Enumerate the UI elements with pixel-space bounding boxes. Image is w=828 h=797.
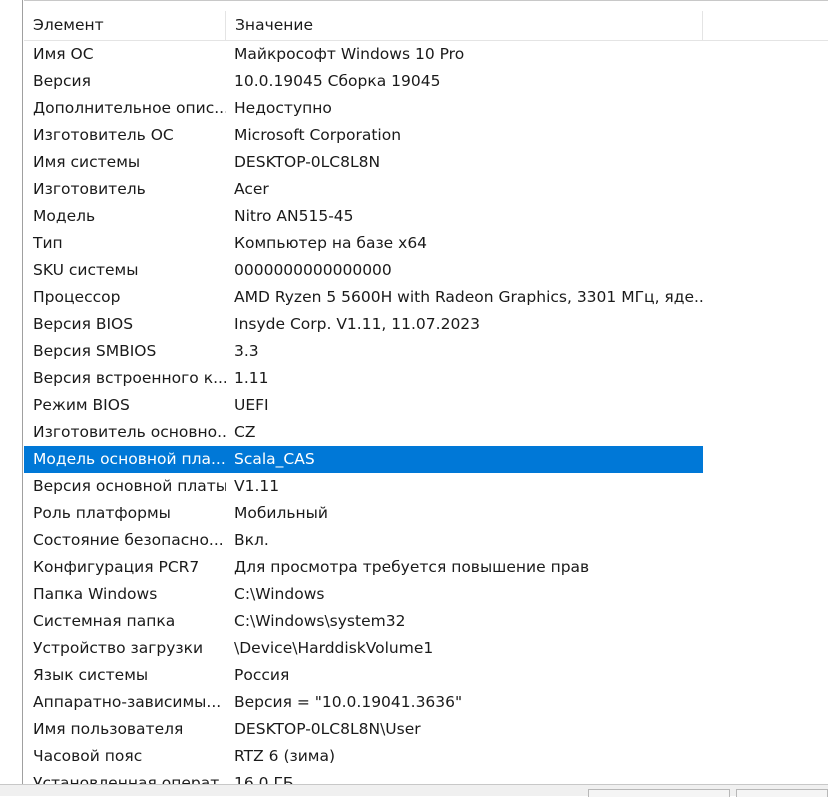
row-item-value: Россия bbox=[234, 666, 290, 684]
list-rows: Имя ОС Майкрософт Windows 10 Pro Версия 10.… bbox=[24, 41, 828, 784]
row-item-value: Для просмотра требуется повышение прав bbox=[234, 558, 590, 576]
list-row[interactable]: Устройство загрузки \Device\HarddiskVolum… bbox=[24, 635, 703, 662]
row-item-value: C:\Windows bbox=[234, 585, 325, 603]
row-item-name: Роль платформы bbox=[33, 504, 171, 522]
row-item-value: Мобильный bbox=[234, 504, 328, 522]
system-info-list[interactable]: Элемент Значение Имя ОС Майкрософт Window… bbox=[24, 11, 828, 784]
list-row[interactable]: Дополнительное опис... Недоступно bbox=[24, 95, 703, 122]
row-item-name: Версия встроенного к... bbox=[33, 369, 226, 387]
list-row[interactable]: Модель Nitro AN515-45 bbox=[24, 203, 703, 230]
list-row[interactable]: Аппаратно-зависимы... Версия = "10.0.1904… bbox=[24, 689, 703, 716]
row-item-name: Тип bbox=[33, 234, 63, 252]
row-item-name: Язык системы bbox=[33, 666, 149, 684]
row-item-value: AMD Ryzen 5 5600H with Radeon Graphics, … bbox=[234, 288, 703, 306]
top-border bbox=[24, 0, 828, 1]
list-row[interactable]: Установленная операт... 16,0 ГБ bbox=[24, 770, 703, 784]
row-item-name: Конфигурация PCR7 bbox=[33, 558, 200, 576]
row-item-name: Изготовитель основно... bbox=[33, 423, 226, 441]
list-row[interactable]: Изготовитель Acer bbox=[24, 176, 703, 203]
row-item-name: Аппаратно-зависимы... bbox=[33, 693, 222, 711]
row-item-value: Scala_CAS bbox=[234, 450, 315, 468]
row-item-value: DESKTOP-0LC8L8N bbox=[234, 153, 381, 171]
row-item-value: C:\Windows\system32 bbox=[234, 612, 406, 630]
row-item-name: Дополнительное опис... bbox=[33, 99, 226, 117]
row-item-name: Изготовитель bbox=[33, 180, 146, 198]
row-item-value: 3.3 bbox=[234, 342, 259, 360]
row-item-name: Состояние безопасно... bbox=[33, 531, 224, 549]
list-header: Элемент Значение bbox=[24, 11, 828, 41]
row-item-name: Имя пользователя bbox=[33, 720, 184, 738]
row-item-name: Версия SMBIOS bbox=[33, 342, 157, 360]
row-item-value: 1.11 bbox=[234, 369, 269, 387]
list-row[interactable]: Версия SMBIOS 3.3 bbox=[24, 338, 703, 365]
row-item-name: Имя системы bbox=[33, 153, 141, 171]
row-item-value: Компьютер на базе x64 bbox=[234, 234, 428, 252]
row-item-name: Установленная операт... bbox=[33, 774, 226, 784]
row-item-name: Версия bbox=[33, 72, 91, 90]
list-row[interactable]: Тип Компьютер на базе x64 bbox=[24, 230, 703, 257]
row-item-value: DESKTOP-0LC8L8N\User bbox=[234, 720, 421, 738]
pane-divider[interactable] bbox=[22, 0, 23, 795]
list-row[interactable]: Изготовитель основно... CZ bbox=[24, 419, 703, 446]
row-item-name: Версия BIOS bbox=[33, 315, 134, 333]
row-item-name: Устройство загрузки bbox=[33, 639, 204, 657]
column-header-item[interactable]: Элемент bbox=[24, 11, 226, 40]
row-item-value: Майкрософт Windows 10 Pro bbox=[234, 45, 465, 63]
row-item-value: Версия = "10.0.19041.3636" bbox=[234, 693, 463, 711]
list-row[interactable]: Язык системы Россия bbox=[24, 662, 703, 689]
list-row[interactable]: Состояние безопасно... Вкл. bbox=[24, 527, 703, 554]
list-row[interactable]: Версия встроенного к... 1.11 bbox=[24, 365, 703, 392]
row-item-value: Nitro AN515-45 bbox=[234, 207, 354, 225]
row-item-name: SKU системы bbox=[33, 261, 139, 279]
row-item-name: Модель bbox=[33, 207, 96, 225]
row-item-value: \Device\HarddiskVolume1 bbox=[234, 639, 434, 657]
list-row[interactable]: Версия основной платы V1.11 bbox=[24, 473, 703, 500]
row-item-name: Версия основной платы bbox=[33, 477, 226, 495]
row-item-value: Вкл. bbox=[234, 531, 269, 549]
list-row[interactable]: Папка Windows C:\Windows bbox=[24, 581, 703, 608]
row-item-name: Системная папка bbox=[33, 612, 176, 630]
list-row[interactable]: Версия BIOS Insyde Corp. V1.11, 11.07.202… bbox=[24, 311, 703, 338]
row-item-name: Режим BIOS bbox=[33, 396, 130, 414]
row-item-value: 0000000000000000 bbox=[234, 261, 392, 279]
list-row[interactable]: Режим BIOS UEFI bbox=[24, 392, 703, 419]
list-row[interactable]: Часовой пояс RTZ 6 (зима) bbox=[24, 743, 703, 770]
list-row[interactable]: Версия 10.0.19045 Сборка 19045 bbox=[24, 68, 703, 95]
row-item-value: Недоступно bbox=[234, 99, 332, 117]
list-row[interactable]: Имя системы DESKTOP-0LC8L8N bbox=[24, 149, 703, 176]
list-row[interactable]: Имя ОС Майкрософт Windows 10 Pro bbox=[24, 41, 703, 68]
row-item-value: Insyde Corp. V1.11, 11.07.2023 bbox=[234, 315, 481, 333]
list-row[interactable]: Процессор AMD Ryzen 5 5600H with Radeon G… bbox=[24, 284, 703, 311]
row-item-value: CZ bbox=[234, 423, 256, 441]
list-row[interactable]: Системная папка C:\Windows\system32 bbox=[24, 608, 703, 635]
row-item-value: Microsoft Corporation bbox=[234, 126, 402, 144]
row-item-name: Процессор bbox=[33, 288, 121, 306]
list-row[interactable]: Изготовитель ОС Microsoft Corporation bbox=[24, 122, 703, 149]
list-row[interactable]: Роль платформы Мобильный bbox=[24, 500, 703, 527]
bottom-control[interactable] bbox=[736, 789, 828, 797]
left-pane-strip bbox=[0, 0, 24, 795]
list-row[interactable]: SKU системы 0000000000000000 bbox=[24, 257, 703, 284]
row-item-name: Изготовитель ОС bbox=[33, 126, 174, 144]
row-item-value: Acer bbox=[234, 180, 269, 198]
row-item-name: Папка Windows bbox=[33, 585, 158, 603]
row-item-value: RTZ 6 (зима) bbox=[234, 747, 336, 765]
bottom-control[interactable] bbox=[588, 789, 730, 797]
row-item-name: Часовой пояс bbox=[33, 747, 143, 765]
bottom-scroll-area bbox=[0, 784, 828, 797]
row-item-value: V1.11 bbox=[234, 477, 280, 495]
row-item-name: Имя ОС bbox=[33, 45, 94, 63]
list-row[interactable]: Модель основной пла... Scala_CAS bbox=[24, 446, 703, 473]
list-row[interactable]: Имя пользователя DESKTOP-0LC8L8N\User bbox=[24, 716, 703, 743]
row-item-value: UEFI bbox=[234, 396, 269, 414]
column-header-value[interactable]: Значение bbox=[226, 11, 703, 40]
row-item-value: 10.0.19045 Сборка 19045 bbox=[234, 72, 441, 90]
row-item-value: 16,0 ГБ bbox=[234, 774, 294, 784]
row-item-name: Модель основной пла... bbox=[33, 450, 226, 468]
list-row[interactable]: Конфигурация PCR7 Для просмотра требуется… bbox=[24, 554, 703, 581]
